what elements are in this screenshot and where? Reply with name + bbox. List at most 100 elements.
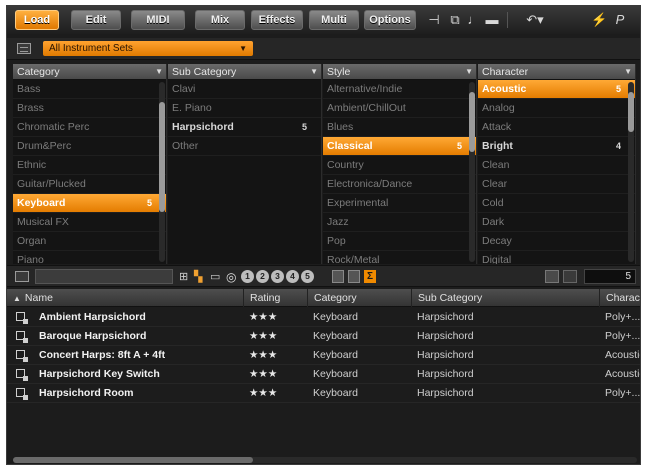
list-item[interactable]: Ambient/ChillOut: [323, 99, 476, 118]
list-item-selected[interactable]: Acoustic 5: [478, 80, 635, 99]
list-item[interactable]: Dark: [478, 213, 635, 232]
tree-view-icon[interactable]: ⊞: [179, 270, 188, 284]
toolbar-divider: [507, 12, 519, 28]
list-item[interactable]: Alternative/Indie: [323, 80, 476, 99]
list-item[interactable]: Cold: [478, 194, 635, 213]
list-item[interactable]: Jazz: [323, 213, 476, 232]
list-item[interactable]: Musical FX: [13, 213, 166, 232]
list-item-selected[interactable]: Keyboard 5: [13, 194, 166, 213]
item-count: 5: [456, 141, 462, 151]
instrument-set-label: All Instrument Sets: [49, 43, 133, 54]
character-column-header[interactable]: Character: [599, 289, 640, 307]
search-input[interactable]: [35, 269, 173, 284]
list-item[interactable]: Chromatic Perc: [13, 118, 166, 137]
list-item-highlighted[interactable]: Bright 4: [478, 137, 635, 156]
chevron-down-icon: ▼: [239, 44, 247, 53]
copy-icon[interactable]: ⧉: [447, 12, 463, 28]
table-row[interactable]: Ambient Harpsichord ★★★ Keyboard Harpsic…: [7, 308, 640, 327]
table-row[interactable]: Concert Harps: 8ft A + 4ft ★★★ Keyboard …: [7, 346, 640, 365]
sync-icon[interactable]: [332, 270, 344, 283]
chevron-down-icon[interactable]: ▼: [465, 64, 473, 80]
p-icon[interactable]: P: [613, 12, 627, 28]
list-item[interactable]: Clean: [478, 156, 635, 175]
rating-filter-2[interactable]: 2: [256, 270, 269, 283]
list-item[interactable]: Blues: [323, 118, 476, 137]
subcategory-column-header[interactable]: Sub Category: [411, 289, 599, 307]
style-column: Style ▼ Alternative/Indie Ambient/ChillO…: [323, 64, 477, 264]
name-column-header[interactable]: ▲ Name: [7, 289, 243, 307]
rating-column-header[interactable]: Rating: [243, 289, 307, 307]
table-row[interactable]: Baroque Harpsichord ★★★ Keyboard Harpsic…: [7, 327, 640, 346]
favorite-icon[interactable]: [348, 270, 360, 283]
list-item[interactable]: Bass: [13, 80, 166, 99]
plug-icon[interactable]: ⊣: [427, 12, 441, 28]
chevron-down-icon[interactable]: ▼: [624, 64, 632, 80]
effects-tab-button[interactable]: Effects: [251, 10, 303, 30]
category-column-header[interactable]: Category: [307, 289, 411, 307]
character-header[interactable]: Character ▼: [478, 64, 635, 80]
load-tab-button[interactable]: Load: [15, 10, 59, 30]
rating-filter-4[interactable]: 4: [286, 270, 299, 283]
list-item[interactable]: E. Piano: [168, 99, 321, 118]
style-header[interactable]: Style ▼: [323, 64, 476, 80]
instrument-set-bar: All Instrument Sets ▼: [7, 38, 640, 60]
list-item[interactable]: Drum&Perc: [13, 137, 166, 156]
key-icon[interactable]: ♩: [467, 12, 481, 28]
results-horizontal-scrollbar[interactable]: [13, 457, 637, 463]
rating-filter-5[interactable]: 5: [301, 270, 314, 283]
sigma-icon[interactable]: Σ: [364, 270, 376, 283]
list-item[interactable]: Clear: [478, 175, 635, 194]
program-icon: [16, 331, 28, 343]
columns-icon[interactable]: [563, 270, 577, 283]
item-count: 5: [301, 122, 307, 132]
list-item[interactable]: Analog: [478, 99, 635, 118]
list-item[interactable]: Ethnic: [13, 156, 166, 175]
chevron-down-icon[interactable]: ▼: [310, 64, 318, 80]
midi-tab-button[interactable]: MIDI: [131, 10, 185, 30]
list-item[interactable]: Pop: [323, 232, 476, 251]
main-toolbar: Load Edit MIDI Mix Effects Multi Options…: [7, 6, 640, 34]
list-item[interactable]: Clavi: [168, 80, 321, 99]
table-row[interactable]: Harpsichord Key Switch ★★★ Keyboard Harp…: [7, 365, 640, 384]
list-item[interactable]: Other: [168, 137, 321, 156]
instrument-set-dropdown[interactable]: All Instrument Sets ▼: [43, 41, 253, 56]
mix-tab-button[interactable]: Mix: [195, 10, 245, 30]
rating-filter-3[interactable]: 3: [271, 270, 284, 283]
character-scrollbar[interactable]: [628, 82, 634, 262]
program-icon: [16, 350, 28, 362]
list-item[interactable]: Experimental: [323, 194, 476, 213]
info-icon[interactable]: [545, 270, 559, 283]
list-item[interactable]: Rock/Metal: [323, 251, 476, 264]
multi-tab-button[interactable]: Multi: [309, 10, 359, 30]
list-item-selected[interactable]: Classical 5: [323, 137, 476, 156]
list-item[interactable]: Digital: [478, 251, 635, 264]
category-column: Category ▼ Bass Brass Chromatic Perc Dru…: [13, 64, 167, 264]
results-view-icon[interactable]: [15, 271, 29, 282]
lock-icon[interactable]: ▬: [485, 12, 499, 28]
program-filter-icon[interactable]: ▚: [194, 270, 202, 284]
subcategory-header[interactable]: Sub Category ▼: [168, 64, 321, 80]
set-manager-icon[interactable]: [17, 43, 31, 54]
layer-filter-icon[interactable]: ▭: [210, 270, 220, 284]
list-item[interactable]: Electronica/Dance: [323, 175, 476, 194]
style-scrollbar[interactable]: [469, 82, 475, 262]
edit-tab-button[interactable]: Edit: [71, 10, 121, 30]
list-item[interactable]: Organ: [13, 232, 166, 251]
rating-reset-icon[interactable]: ◎: [226, 270, 236, 284]
list-item[interactable]: Piano: [13, 251, 166, 264]
category-header[interactable]: Category ▼: [13, 64, 166, 80]
rating-filter-1[interactable]: 1: [241, 270, 254, 283]
list-item[interactable]: Guitar/Plucked: [13, 175, 166, 194]
table-row[interactable]: Harpsichord Room ★★★ Keyboard Harpsichor…: [7, 384, 640, 403]
list-item[interactable]: Attack: [478, 118, 635, 137]
list-item[interactable]: Decay: [478, 232, 635, 251]
tune-icon[interactable]: ⚡: [591, 12, 607, 28]
list-item[interactable]: Country: [323, 156, 476, 175]
options-tab-button[interactable]: Options: [364, 10, 416, 30]
undo-icon[interactable]: ↶▾: [523, 12, 547, 28]
list-item[interactable]: Brass: [13, 99, 166, 118]
item-count: 5: [146, 198, 152, 208]
category-scrollbar[interactable]: [159, 82, 165, 262]
list-item-highlighted[interactable]: Harpsichord 5: [168, 118, 321, 137]
chevron-down-icon[interactable]: ▼: [155, 64, 163, 80]
